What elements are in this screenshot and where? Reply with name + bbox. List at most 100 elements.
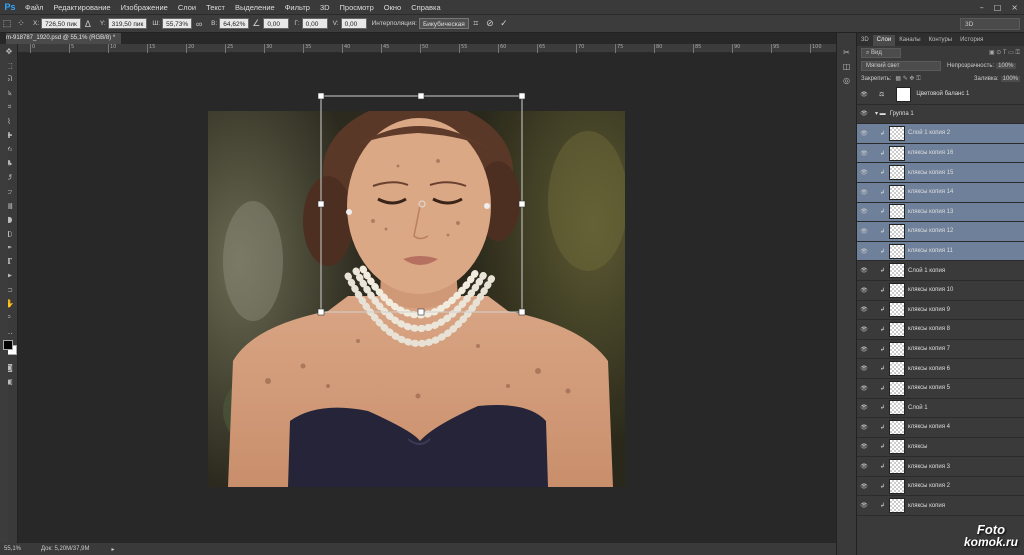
layer-name[interactable]: кляксы копия 13 (908, 209, 953, 215)
menu-item[interactable]: Справка (406, 3, 445, 12)
layer-name[interactable]: кляксы (908, 444, 927, 450)
transform-bounding-box[interactable] (316, 91, 528, 317)
visibility-eye-icon[interactable]: 👁 (857, 365, 871, 372)
visibility-eye-icon[interactable]: 👁 (857, 483, 871, 490)
visibility-eye-icon[interactable]: 👁 (857, 130, 871, 137)
layer-thumbnail[interactable] (889, 263, 905, 279)
layer-thumbnail[interactable] (889, 223, 905, 239)
menu-item[interactable]: Окно (379, 3, 406, 12)
foreground-color-swatch[interactable] (3, 340, 13, 350)
layer-name[interactable]: Слой 1 копия 2 (908, 130, 950, 136)
layer-row[interactable]: 👁 ↲ кляксы копия 13 (857, 202, 1024, 223)
interpolation-select[interactable]: Бикубическая (418, 18, 469, 29)
layer-name[interactable]: кляксы копия 3 (908, 464, 950, 470)
close-button[interactable]: × (1011, 3, 1018, 12)
reference-point-icon[interactable]: ⁘ (14, 17, 28, 31)
commit-transform-icon[interactable]: ✓ (497, 17, 511, 31)
layer-name[interactable]: кляксы копия 9 (908, 307, 950, 313)
visibility-eye-icon[interactable]: 👁 (857, 169, 871, 176)
layer-name[interactable]: Группа 1 (890, 111, 914, 117)
layer-row[interactable]: 👁 ↲ кляксы копия (857, 496, 1024, 517)
menu-item[interactable]: Редактирование (48, 3, 115, 12)
visibility-eye-icon[interactable]: 👁 (857, 150, 871, 157)
layer-thumbnail[interactable] (889, 321, 905, 337)
menu-item[interactable]: Просмотр (335, 3, 379, 12)
layer-thumbnail[interactable] (889, 380, 905, 396)
layer-thumbnail[interactable] (889, 361, 905, 377)
layer-name[interactable]: кляксы копия 7 (908, 346, 950, 352)
visibility-eye-icon[interactable]: 👁 (857, 91, 871, 98)
layer-row[interactable]: 👁 ↲ кляксы копия 4 (857, 418, 1024, 438)
layer-thumbnail[interactable] (889, 204, 905, 220)
tab-channels[interactable]: Каналы (895, 35, 924, 46)
layer-thumbnail[interactable] (889, 341, 905, 357)
tab-paths[interactable]: Контуры (925, 35, 957, 46)
layer-thumbnail[interactable] (889, 419, 905, 435)
workspace-select[interactable]: 3D (960, 17, 1020, 30)
layer-thumbnail[interactable] (889, 184, 905, 200)
layer-row[interactable]: 👁 ↲ кляксы копия 14 (857, 182, 1024, 203)
group-folder-icon[interactable]: ▾ ▬ (875, 110, 886, 117)
layer-name[interactable]: кляксы копия 5 (908, 385, 950, 391)
tab-layers[interactable]: Слои (872, 35, 896, 46)
layer-thumbnail[interactable] (889, 439, 905, 455)
layer-name[interactable]: кляксы копия 4 (908, 424, 950, 430)
layer-name[interactable]: Слой 1 копия (908, 268, 945, 274)
layer-name[interactable]: кляксы копия 15 (908, 170, 953, 176)
layer-thumbnail[interactable] (889, 243, 905, 259)
layer-name[interactable]: кляксы копия 11 (908, 248, 953, 254)
angle-input[interactable]: 0,00 (263, 18, 290, 29)
layer-row[interactable]: 👁 ↲ кляксы копия 7 (857, 340, 1024, 360)
layer-row[interactable]: 👁 ↲ кляксы копия 6 (857, 359, 1024, 379)
layer-name[interactable]: Слой 1 (908, 405, 928, 411)
layer-row[interactable]: 👁 ↲ кляксы (857, 438, 1024, 458)
layer-thumbnail[interactable] (889, 125, 905, 141)
opacity-input[interactable]: 100% (996, 62, 1016, 69)
tools-preset-icon[interactable]: ✂ (837, 45, 856, 59)
layer-row[interactable]: 👁 ⚖ Цветовой баланс 1 (857, 85, 1024, 105)
layer-thumbnail[interactable] (889, 400, 905, 416)
layer-name[interactable]: кляксы копия 14 (908, 189, 953, 195)
layer-row[interactable]: 👁 ↲ кляксы копия 10 (857, 281, 1024, 301)
layer-name[interactable]: кляксы копия 10 (908, 287, 953, 293)
width-input[interactable]: 55,73% (162, 18, 193, 29)
height-input[interactable]: 64,62% (219, 18, 250, 29)
visibility-eye-icon[interactable]: 👁 (857, 306, 871, 313)
visibility-eye-icon[interactable]: 👁 (857, 267, 871, 274)
menu-item[interactable]: Текст (201, 3, 230, 12)
layer-row[interactable]: 👁 ↲ кляксы копия 5 (857, 379, 1024, 399)
layer-filter-select[interactable]: ⌕ Вид (861, 47, 901, 58)
layer-row[interactable]: 👁 ↲ Слой 1 копия 2 (857, 124, 1024, 144)
document-tab[interactable]: m-918787_1920.psd @ 55,1% (RGB/8) * (6, 33, 122, 44)
layer-row[interactable]: 👁 ↲ Слой 1 (857, 399, 1024, 419)
layer-row[interactable]: 👁 ↲ Слой 1 копия (857, 261, 1024, 281)
y-input[interactable]: 319,50 пик (107, 18, 148, 29)
layer-name[interactable]: Цветовой баланс 1 (916, 91, 969, 97)
x-input[interactable]: 726,50 пик (41, 18, 81, 29)
layer-thumbnail[interactable] (889, 165, 905, 181)
visibility-eye-icon[interactable]: 👁 (857, 346, 871, 353)
layer-mask-thumbnail[interactable] (896, 86, 912, 102)
layer-row[interactable]: 👁 ↲ кляксы копия 2 (857, 477, 1024, 497)
layer-row[interactable]: 👁 ↲ кляксы копия 9 (857, 301, 1024, 321)
visibility-eye-icon[interactable]: 👁 (857, 463, 871, 470)
menu-item[interactable]: 3D (315, 3, 335, 12)
layer-name[interactable]: кляксы копия (908, 503, 945, 509)
delta-icon[interactable]: Δ (81, 17, 95, 31)
visibility-eye-icon[interactable]: 👁 (857, 502, 871, 509)
layer-thumbnail[interactable] (889, 282, 905, 298)
layer-name[interactable]: кляксы копия 8 (908, 326, 950, 332)
cancel-transform-icon[interactable]: ⊘ (483, 17, 497, 31)
layer-thumbnail[interactable] (889, 459, 905, 475)
minimize-button[interactable]: – (980, 3, 984, 12)
visibility-eye-icon[interactable]: 👁 (857, 443, 871, 450)
layer-row[interactable]: 👁 ↲ кляксы копия 15 (857, 163, 1024, 183)
layer-name[interactable]: кляксы копия 12 (908, 228, 953, 234)
blend-mode-select[interactable]: Мягкий свет (861, 60, 941, 71)
tab-3d[interactable]: 3D (857, 35, 873, 46)
v-skew-input[interactable]: 0,00 (340, 18, 367, 29)
visibility-eye-icon[interactable]: 👁 (857, 287, 871, 294)
layer-row[interactable]: 👁 ↲ кляксы копия 3 (857, 457, 1024, 477)
h-skew-input[interactable]: 0,00 (301, 18, 328, 29)
visibility-eye-icon[interactable]: 👁 (857, 248, 871, 255)
